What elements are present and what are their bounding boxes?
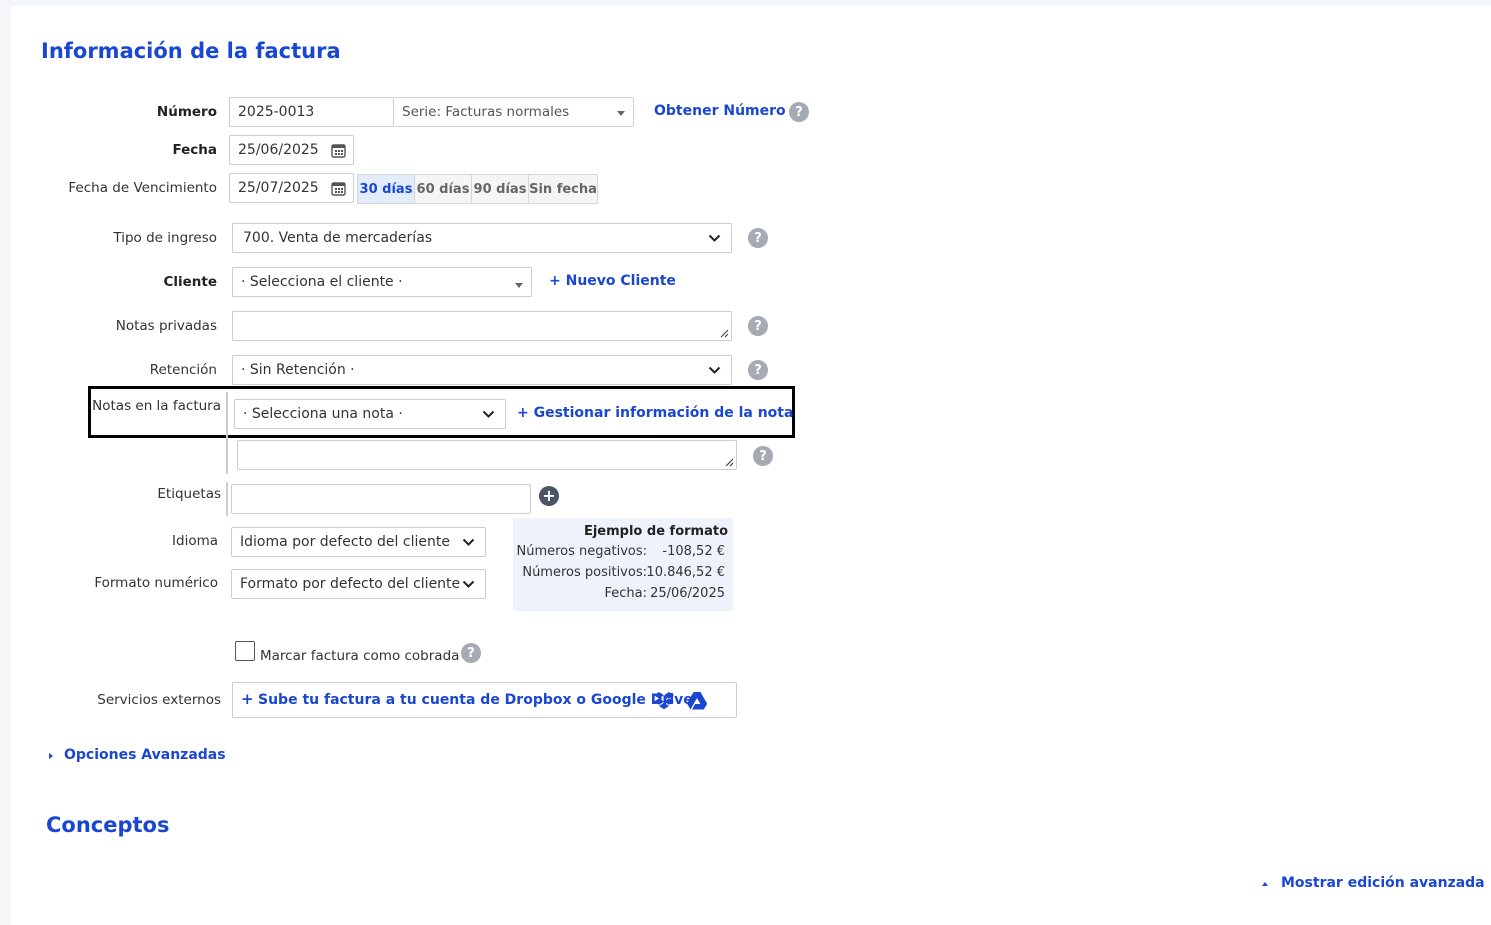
servicios-label: Servicios externos	[97, 692, 221, 708]
formato-value: Formato por defecto del cliente	[240, 576, 461, 592]
notas-privadas-label: Notas privadas	[115, 318, 217, 334]
dropbox-icon	[654, 692, 674, 710]
numero-label: Número	[156, 104, 217, 120]
cliente-select[interactable]: · Selecciona el cliente ·	[232, 267, 532, 297]
date-label: Fecha:	[604, 586, 648, 601]
tipo-ingreso-label: Tipo de ingreso	[113, 230, 217, 246]
idioma-value: Idioma por defecto del cliente	[240, 534, 450, 550]
notas-factura-placeholder: · Selecciona una nota ·	[243, 406, 403, 422]
formato-select[interactable]: Formato por defecto del cliente	[231, 569, 486, 599]
caret-down-icon	[617, 111, 625, 116]
cobrada-checkbox[interactable]	[235, 641, 255, 661]
pos-value: 10.846,52 €	[646, 565, 725, 580]
calendar-icon[interactable]	[331, 181, 346, 196]
cobrada-label: Marcar factura como cobrada	[260, 648, 460, 664]
opciones-avanzadas-link[interactable]: Opciones Avanzadas	[64, 747, 226, 763]
help-icon[interactable]: ?	[748, 360, 768, 380]
vencimiento-input[interactable]: 25/07/2025	[229, 173, 354, 203]
chevron-down-icon	[462, 580, 475, 588]
chip-30-dias[interactable]: 30 días	[357, 174, 415, 204]
caret-down-icon	[515, 283, 523, 288]
resize-grip-icon[interactable]	[725, 458, 734, 467]
serie-value: Serie: Facturas normales	[402, 104, 570, 120]
upload-cloud-label: Sube tu factura a tu cuenta de Dropbox o…	[258, 692, 693, 708]
divider	[226, 482, 228, 516]
chip-60-dias[interactable]: 60 días	[414, 174, 472, 204]
tipo-ingreso-value: 700. Venta de mercaderías	[243, 230, 433, 246]
google-drive-icon	[687, 692, 707, 710]
pos-label: Números positivos:	[522, 565, 647, 580]
chip-90-dias[interactable]: 90 días	[471, 174, 529, 204]
chevron-down-icon	[708, 366, 721, 374]
notas-privadas-textarea[interactable]	[232, 311, 732, 341]
idioma-label: Idioma	[172, 533, 218, 549]
section-title: Información de la factura	[41, 39, 341, 63]
notas-factura-textarea[interactable]	[237, 440, 737, 470]
retencion-label: Retención	[149, 362, 217, 378]
upload-cloud-button[interactable]: + Sube tu factura a tu cuenta de Dropbox…	[232, 682, 737, 718]
calendar-icon[interactable]	[331, 143, 346, 158]
etiquetas-input[interactable]	[231, 484, 531, 514]
expand-caret-icon[interactable]	[49, 753, 53, 759]
retencion-select[interactable]: · Sin Retención ·	[232, 355, 732, 385]
conceptos-title: Conceptos	[46, 813, 170, 837]
divider	[226, 392, 228, 474]
plus-icon: +	[241, 690, 254, 708]
chevron-down-icon	[482, 410, 495, 418]
help-icon[interactable]: ?	[461, 643, 481, 663]
numero-value: 2025-0013	[238, 104, 315, 120]
fecha-label: Fecha	[172, 142, 217, 158]
format-example-title: Ejemplo de formato	[583, 524, 728, 539]
collapse-caret-icon[interactable]	[1262, 882, 1268, 886]
vencimiento-value: 25/07/2025	[238, 180, 319, 196]
mostrar-edicion-link[interactable]: Mostrar edición avanzada	[1281, 875, 1485, 891]
neg-label: Números negativos:	[516, 544, 647, 559]
help-icon[interactable]: ?	[789, 102, 809, 122]
fecha-value: 25/06/2025	[238, 142, 319, 158]
neg-value: -108,52 €	[662, 544, 725, 559]
add-tag-icon[interactable]: +	[539, 486, 559, 506]
nuevo-cliente-link[interactable]: + Nuevo Cliente	[549, 273, 676, 289]
obtener-numero-link[interactable]: Obtener Número	[654, 103, 786, 119]
fecha-input[interactable]: 25/06/2025	[229, 135, 354, 165]
notas-factura-select[interactable]: · Selecciona una nota ·	[234, 399, 506, 429]
notas-factura-label: Notas en la factura	[92, 398, 221, 414]
date-value: 25/06/2025	[650, 586, 725, 601]
chevron-down-icon	[462, 538, 475, 546]
retencion-value: · Sin Retención ·	[241, 362, 355, 378]
idioma-select[interactable]: Idioma por defecto del cliente	[231, 527, 486, 557]
chevron-down-icon	[708, 234, 721, 242]
resize-grip-icon[interactable]	[720, 329, 729, 338]
help-icon[interactable]: ?	[748, 316, 768, 336]
formato-label: Formato numérico	[94, 575, 218, 591]
gestionar-nota-link[interactable]: + Gestionar información de la nota	[517, 405, 793, 421]
serie-select[interactable]: Serie: Facturas normales	[394, 97, 634, 127]
numero-input[interactable]: 2025-0013	[229, 97, 394, 127]
cliente-placeholder: · Selecciona el cliente ·	[241, 274, 403, 290]
cliente-label: Cliente	[163, 274, 217, 290]
vencimiento-label: Fecha de Vencimiento	[68, 180, 217, 196]
etiquetas-label: Etiquetas	[157, 486, 221, 502]
tipo-ingreso-select[interactable]: 700. Venta de mercaderías	[232, 223, 732, 253]
chip-sin-fecha[interactable]: Sin fecha	[528, 174, 598, 204]
help-icon[interactable]: ?	[753, 446, 773, 466]
help-icon[interactable]: ?	[748, 228, 768, 248]
format-example-box: Ejemplo de formato Números negativos: -1…	[513, 518, 733, 611]
